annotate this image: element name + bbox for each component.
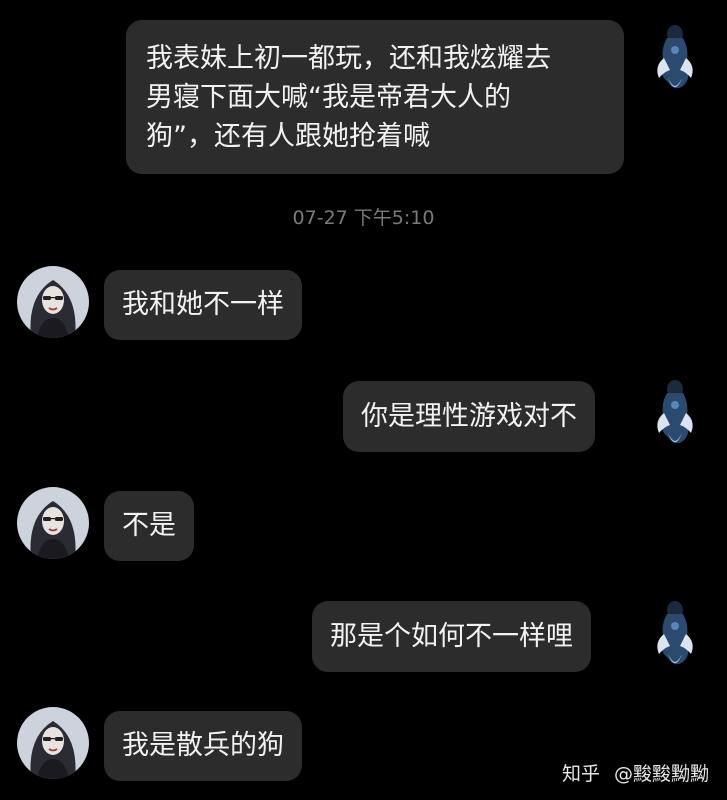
message-bubble-incoming[interactable]: 我是散兵的狗 [104,711,302,781]
ghost-figure-icon [657,380,693,444]
message-text-line: 男寝下面大喊“我是帝君大人的 [146,82,511,113]
message-text: 我和她不一样 [122,289,284,320]
message-bubble-outgoing[interactable]: 我表妹上初一都玩，还和我炫耀去 男寝下面大喊“我是帝君大人的 狗”，还有人跟她抢… [126,20,624,174]
self-avatar[interactable] [650,20,700,100]
chat-window: 我表妹上初一都玩，还和我炫耀去 男寝下面大喊“我是帝君大人的 狗”，还有人跟她抢… [0,0,727,800]
watermark-site: 知乎 [561,763,600,785]
ghost-figure-icon [657,601,693,665]
ghost-figure-icon [657,25,693,89]
woman-portrait-icon [17,266,89,338]
message-bubble-outgoing[interactable]: 那是个如何不一样哩 [312,601,591,672]
message-bubble-outgoing[interactable]: 你是理性游戏对不 [343,381,595,452]
message-text: 那是个如何不一样哩 [330,621,573,652]
contact-avatar[interactable] [17,266,89,338]
message-timestamp: 07-27 下午5:10 [292,207,435,229]
message-text-line: 狗”，还有人跟她抢着喊 [146,121,430,152]
message-text: 不是 [122,510,176,541]
message-bubble-incoming[interactable]: 不是 [104,491,194,561]
self-avatar[interactable] [650,375,700,455]
contact-avatar[interactable] [17,707,89,779]
woman-portrait-icon [17,707,89,779]
watermark: 知乎 @黢黢黝黝 [562,759,709,786]
message-text: 我是散兵的狗 [122,730,284,761]
contact-avatar[interactable] [17,487,89,559]
woman-portrait-icon [17,487,89,559]
message-text-line: 我表妹上初一都玩，还和我炫耀去 [146,43,551,74]
self-avatar[interactable] [650,596,700,676]
message-text: 你是理性游戏对不 [361,401,577,432]
message-bubble-incoming[interactable]: 我和她不一样 [104,270,302,340]
watermark-user: @黢黢黝黝 [613,763,709,785]
